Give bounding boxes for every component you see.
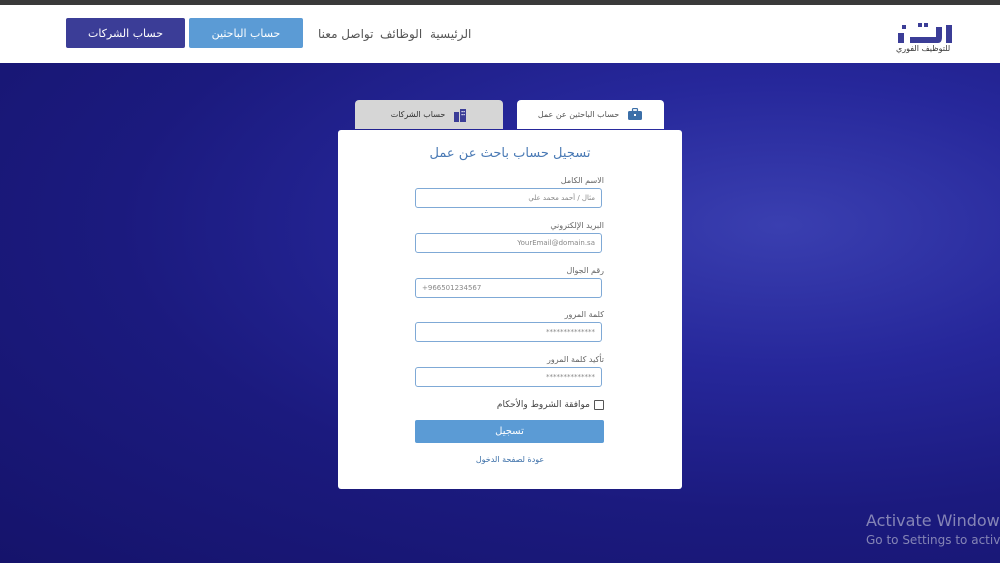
- full-name-input[interactable]: مثال / أحمد محمد علي: [415, 188, 602, 208]
- terms-checkbox[interactable]: [594, 400, 604, 410]
- terms-row: موافقة الشروط والأحكام: [497, 400, 604, 410]
- phone-label: رقم الجوال: [566, 266, 604, 275]
- email-placeholder: YourEmail@domain.sa: [517, 239, 595, 247]
- tab-companies-label: حساب الشركات: [390, 110, 446, 119]
- confirm-password-label: تأكيد كلمة المرور: [547, 355, 604, 364]
- back-to-login-link[interactable]: عودة لصفحة الدخول: [338, 455, 682, 464]
- tab-seekers[interactable]: حساب الباحثين عن عمل: [517, 100, 664, 129]
- nav-contact-link[interactable]: تواصل معنا: [318, 27, 373, 41]
- activation-watermark-subtitle: Go to Settings to activ: [866, 533, 1000, 547]
- activation-watermark-title: Activate Window: [866, 511, 1000, 530]
- phone-input[interactable]: +966501234567: [415, 278, 602, 298]
- logo-icon[interactable]: [890, 15, 970, 61]
- registration-card: تسجيل حساب باحث عن عمل الاسم الكامل مثال…: [338, 130, 682, 489]
- terms-label: موافقة الشروط والأحكام: [496, 400, 590, 410]
- tab-seekers-label: حساب الباحثين عن عمل: [537, 110, 620, 119]
- full-name-placeholder: مثال / أحمد محمد علي: [528, 194, 595, 202]
- register-button[interactable]: تسجيل: [415, 420, 604, 443]
- logo-subtitle: للتوظيف الفوري: [896, 44, 951, 53]
- briefcase-icon: [628, 108, 643, 120]
- password-label: كلمة المرور: [564, 310, 604, 319]
- confirm-password-input[interactable]: **************: [415, 367, 602, 387]
- tab-companies[interactable]: حساب الشركات: [355, 100, 503, 129]
- form-title: تسجيل حساب باحث عن عمل: [429, 146, 591, 161]
- full-name-label: الاسم الكامل: [560, 176, 604, 185]
- password-placeholder: **************: [546, 328, 595, 336]
- building-icon: [454, 108, 467, 122]
- navbar: حساب الشركات حساب الباحثين تواصل معنا ال…: [0, 5, 1000, 63]
- phone-placeholder: +966501234567: [422, 284, 482, 292]
- nav-home-link[interactable]: الرئيسية: [430, 27, 471, 41]
- nav-jobs-link[interactable]: الوظائف: [380, 27, 422, 41]
- seekers-account-button[interactable]: حساب الباحثين: [189, 18, 303, 48]
- email-input[interactable]: YourEmail@domain.sa: [415, 233, 602, 253]
- password-input[interactable]: **************: [415, 322, 602, 342]
- email-label: البريد الإلكتروني: [550, 221, 604, 230]
- companies-account-button[interactable]: حساب الشركات: [66, 18, 185, 48]
- confirm-password-placeholder: **************: [546, 373, 595, 381]
